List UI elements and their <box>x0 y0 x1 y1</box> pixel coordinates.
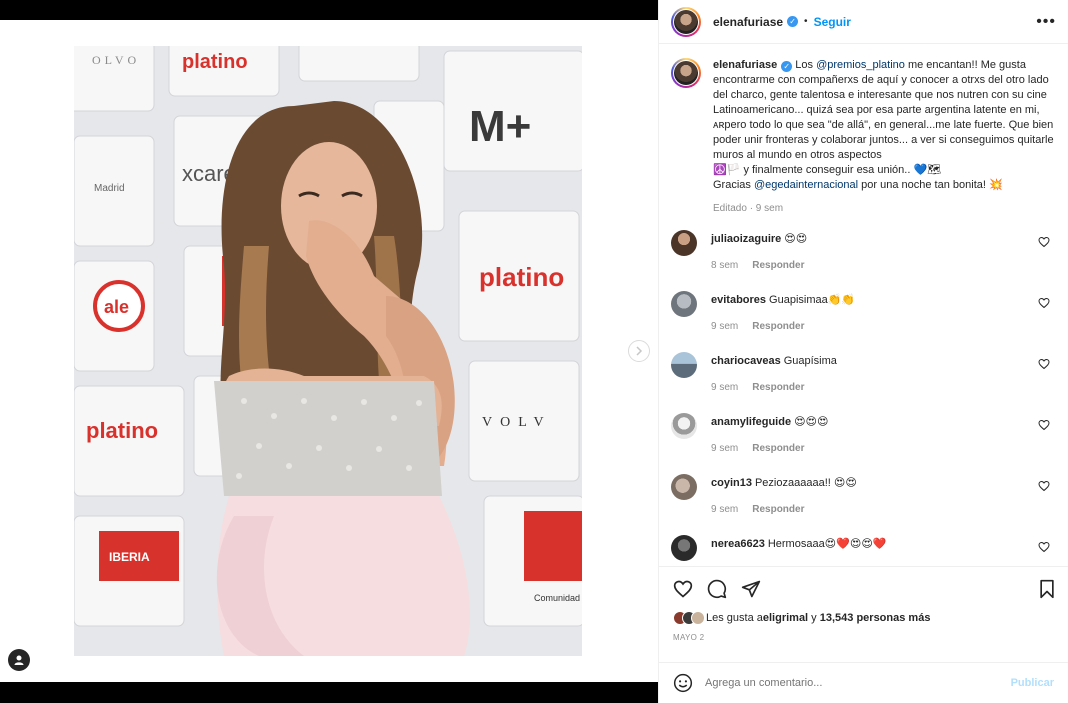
reply-button[interactable]: Responder <box>752 504 804 515</box>
media-bottom-bar <box>0 682 658 703</box>
likes-mid: y <box>808 612 820 624</box>
next-image-button[interactable] <box>628 340 650 362</box>
emoji-smiley-icon[interactable] <box>673 673 693 693</box>
verified-badge-icon: ✓ <box>787 16 799 27</box>
action-row <box>673 577 1056 601</box>
svg-text:Comunidad: Comunidad <box>534 593 580 603</box>
comment-time: 8 sem <box>711 260 739 271</box>
like-comment-heart-icon[interactable] <box>1038 358 1050 370</box>
caption-text: elenafuriase ✓ Los @premios_platino me en… <box>713 58 1054 193</box>
comment-username[interactable]: anamylifeguide <box>711 416 791 428</box>
comment-time: 9 sem <box>711 321 739 332</box>
reply-button[interactable]: Responder <box>752 321 804 332</box>
info-pane: elenafuriase ✓ • Seguir ••• elenafuriase… <box>658 0 1068 703</box>
reply-button[interactable]: Responder <box>752 260 804 271</box>
svg-text:ale: ale <box>104 297 129 317</box>
likes-count[interactable]: 13,543 personas más <box>820 612 931 624</box>
user-icon <box>14 655 24 665</box>
comment-avatar[interactable] <box>671 291 697 317</box>
like-comment-heart-icon[interactable] <box>1038 480 1050 492</box>
verified-badge-icon: ✓ <box>781 61 793 72</box>
comment-text: Guapísima <box>783 355 837 367</box>
comment-bubble-icon[interactable] <box>707 579 727 599</box>
save-bookmark-icon[interactable] <box>1038 579 1056 599</box>
comment-avatar[interactable] <box>671 230 697 256</box>
post-photo[interactable]: OLVO platino M+ xcaret Madrid platino al… <box>74 46 582 656</box>
comment-text: Guapisimaa👏👏 <box>769 294 856 306</box>
comment-avatar[interactable] <box>671 474 697 500</box>
caption-text-part: me encantan!! Me gusta encontrarme con c… <box>713 59 1054 161</box>
comment-item: juliaoizaguire 😍😍 8 sem Responder <box>671 230 1054 283</box>
svg-text:IBERIA: IBERIA <box>109 550 150 564</box>
add-comment-bar: Publicar <box>659 662 1068 703</box>
svg-text:platino: platino <box>86 418 158 443</box>
caption-text-part: ☮️🏳️ y finalmente conseguir esa unión.. … <box>713 164 942 176</box>
media-top-bar <box>0 0 658 20</box>
caption-text-part: Los <box>795 59 817 71</box>
post-header: elenafuriase ✓ • Seguir ••• <box>659 0 1068 44</box>
tagged-users-button[interactable] <box>8 649 30 671</box>
caption-text-part: Gracias <box>713 179 754 191</box>
svg-text:platino: platino <box>182 51 248 73</box>
media-pane: OLVO platino M+ xcaret Madrid platino al… <box>0 0 658 703</box>
mention-link[interactable]: @egedainternacional <box>754 179 858 191</box>
comment-text: Peziozaaaaaa!! 😍😍 <box>754 477 857 489</box>
follow-button[interactable]: Seguir <box>814 15 851 29</box>
likes-prefix: Les gusta a <box>706 612 763 624</box>
comment-time: 9 sem <box>711 382 739 393</box>
like-comment-heart-icon[interactable] <box>1038 297 1050 309</box>
comment-text: Hermosaaa😍❤️😍😍❤️ <box>767 538 887 550</box>
svg-text:Madrid: Madrid <box>94 183 125 194</box>
comment-username[interactable]: juliaoizaguire <box>711 233 781 245</box>
svg-text:OLVO: OLVO <box>92 53 140 67</box>
comment-time: 9 sem <box>711 443 739 454</box>
more-options-icon[interactable]: ••• <box>1036 13 1056 31</box>
like-heart-icon[interactable] <box>673 579 693 599</box>
comment-username[interactable]: coyin13 <box>711 477 752 489</box>
chevron-right-icon <box>636 346 643 356</box>
likes-user[interactable]: eligrimal <box>763 612 808 624</box>
comment-item: coyin13 Peziozaaaaaa!! 😍😍 9 sem Responder <box>671 474 1054 527</box>
comment-item: chariocaveas Guapísima 9 sem Responder <box>671 352 1054 405</box>
caption-meta: Editado · 9 sem <box>713 203 784 214</box>
comment-time: 9 sem <box>711 504 739 515</box>
likes-summary[interactable]: Les gusta a eligrimal y 13,543 personas … <box>673 611 1056 625</box>
comment-text: 😍😍😍 <box>794 416 829 428</box>
comment-avatar[interactable] <box>671 535 697 561</box>
post-caption: elenafuriase ✓ Los @premios_platino me en… <box>671 58 1054 214</box>
post-photo-illustration: OLVO platino M+ xcaret Madrid platino al… <box>74 46 582 656</box>
reply-button[interactable]: Responder <box>752 382 804 393</box>
svg-text:VOLV: VOLV <box>482 415 552 430</box>
svg-text:platino: platino <box>479 262 564 292</box>
like-comment-heart-icon[interactable] <box>1038 541 1050 553</box>
svg-text:M+: M+ <box>469 102 531 151</box>
reply-button[interactable]: Responder <box>752 443 804 454</box>
comment-username[interactable]: nerea6623 <box>711 538 765 550</box>
comment-item: nerea6623 Hermosaaa😍❤️😍😍❤️ <box>671 535 1054 566</box>
header-avatar[interactable] <box>671 6 701 37</box>
comment-avatar[interactable] <box>671 413 697 439</box>
likers-avatars <box>673 611 705 625</box>
caption-text-part: por una noche tan bonita! 💥 <box>858 179 1003 191</box>
comment-text: 😍😍 <box>784 233 808 245</box>
comment-avatar[interactable] <box>671 352 697 378</box>
comments-list[interactable]: elenafuriase ✓ Los @premios_platino me en… <box>659 46 1068 566</box>
header-username[interactable]: elenafuriase <box>713 15 783 29</box>
comment-item: anamylifeguide 😍😍😍 9 sem Responder <box>671 413 1054 466</box>
caption-username[interactable]: elenafuriase <box>713 59 777 71</box>
comment-username[interactable]: chariocaveas <box>711 355 781 367</box>
like-comment-heart-icon[interactable] <box>1038 419 1050 431</box>
caption-avatar[interactable] <box>671 58 701 88</box>
like-comment-heart-icon[interactable] <box>1038 236 1050 248</box>
post-actions: Les gusta a eligrimal y 13,543 personas … <box>659 566 1068 642</box>
post-date: MAYO 2 <box>673 633 705 642</box>
mention-link[interactable]: @premios_platino <box>816 59 905 71</box>
separator-dot: • <box>804 16 808 27</box>
comment-item: evitabores Guapisimaa👏👏 9 sem Responder <box>671 291 1054 344</box>
comment-username[interactable]: evitabores <box>711 294 766 306</box>
publish-button[interactable]: Publicar <box>1011 677 1054 689</box>
comment-input[interactable] <box>705 677 1011 689</box>
share-paper-plane-icon[interactable] <box>741 579 761 599</box>
